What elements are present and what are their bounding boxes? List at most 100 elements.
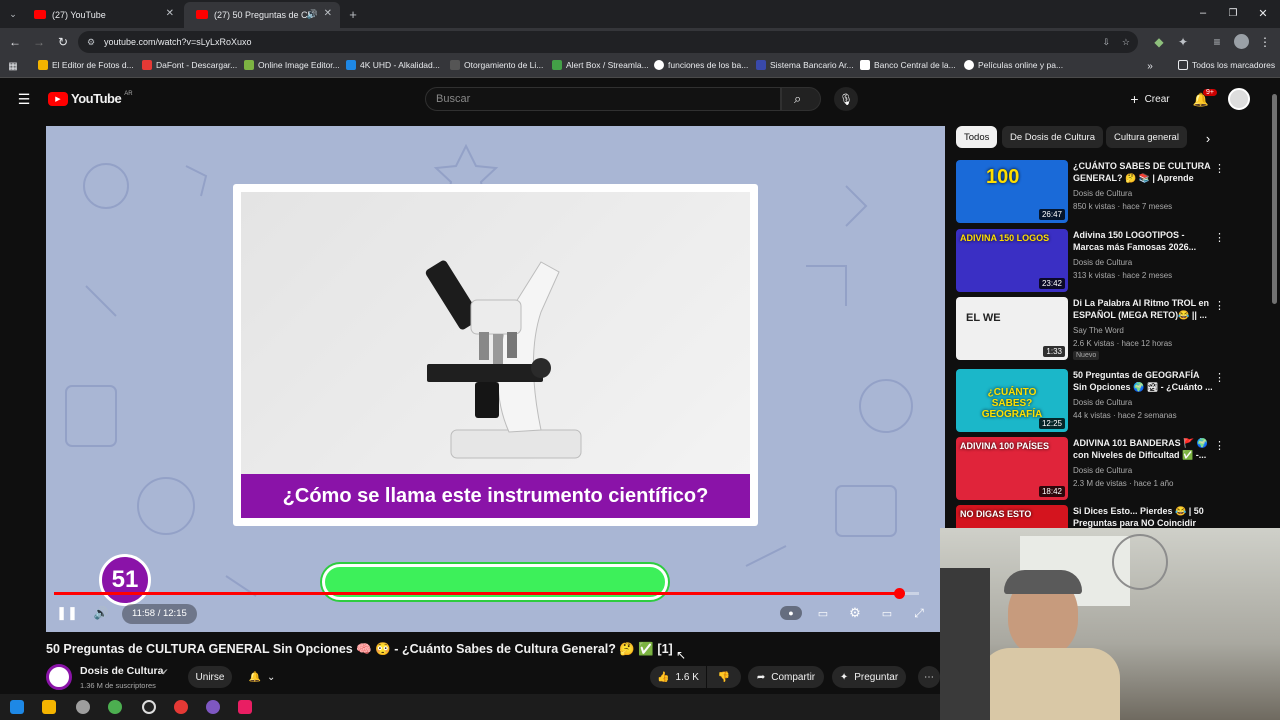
page-scrollbar[interactable]	[1272, 94, 1277, 304]
extensions-puzzle-icon[interactable]: ✦	[1176, 35, 1190, 49]
dislike-button[interactable]: 👎	[707, 666, 741, 688]
chip-todos[interactable]: Todos	[956, 126, 998, 148]
video-thumbnail[interactable]: ¿CUÁNTO SABES? GEOGRAFÍA 12:25	[956, 369, 1068, 432]
channel-name[interactable]: Dosis de Cultura	[80, 665, 163, 677]
obs-icon[interactable]	[142, 700, 156, 714]
bookmark-item[interactable]: Banco Central de la...	[860, 60, 956, 70]
close-icon[interactable]: ✕	[166, 8, 174, 19]
hamburger-menu-icon[interactable]: ☰	[16, 91, 32, 107]
forward-icon[interactable]: →	[32, 35, 46, 49]
user-avatar[interactable]	[1228, 88, 1250, 110]
join-button[interactable]: Unirse	[188, 666, 232, 688]
list-item[interactable]: ADIVINA 150 LOGOS 23:42 Adivina 150 LOGO…	[956, 229, 1226, 293]
reload-icon[interactable]: ↻	[56, 35, 70, 49]
recommendation-title[interactable]: Di La Palabra Al Ritmo TROL en ESPAÑOL (…	[1073, 297, 1213, 321]
restore-icon[interactable]: ❐	[1226, 6, 1240, 20]
close-icon[interactable]: ✕	[324, 8, 332, 19]
bookmark-item[interactable]: Películas online y pa...	[964, 60, 1063, 70]
chevron-right-icon[interactable]: ›	[1200, 130, 1216, 146]
settings-gear-icon[interactable]: ⚙	[846, 604, 864, 622]
start-icon[interactable]	[10, 700, 24, 714]
bookmark-item[interactable]: El Editor de Fotos d...	[38, 60, 134, 70]
video-thumbnail[interactable]: ADIVINA 100 PAÍSES 18:42	[956, 437, 1068, 500]
like-button[interactable]: 👍 1.6 K	[650, 666, 706, 688]
recommendation-channel[interactable]: Dosis de Cultura	[1073, 258, 1132, 267]
media-control-icon[interactable]: ≡	[1210, 35, 1224, 49]
recommendation-channel[interactable]: Dosis de Cultura	[1073, 398, 1132, 407]
install-icon[interactable]: ⇩	[1102, 31, 1110, 53]
app-icon[interactable]	[238, 700, 252, 714]
seek-bar[interactable]	[54, 588, 919, 599]
bookmark-item[interactable]: DaFont - Descargar...	[142, 60, 237, 70]
url-field[interactable]: ⚙ youtube.com/watch?v=sLyLxRoXuxo ⇩ ☆	[78, 31, 1138, 53]
video-thumbnail[interactable]: 100 26:47	[956, 160, 1068, 223]
chip-channel[interactable]: De Dosis de Cultura	[1002, 126, 1104, 148]
profile-avatar[interactable]	[1234, 34, 1249, 49]
back-icon[interactable]: ←	[8, 35, 22, 49]
video-thumbnail[interactable]: EL WE 1:33	[956, 297, 1068, 360]
speaker-icon[interactable]: 🔊	[307, 9, 318, 20]
apps-grid-icon[interactable]: ▦	[7, 60, 19, 72]
seek-bar-fill	[54, 592, 900, 595]
recommendation-channel[interactable]: Dosis de Cultura	[1073, 466, 1132, 475]
chip-cultura-general[interactable]: Cultura general	[1106, 126, 1187, 148]
more-options-icon[interactable]: ⋮	[1214, 162, 1225, 175]
bookmark-item[interactable]: funciones de los ba...	[654, 60, 748, 70]
more-options-icon[interactable]: ⋮	[1214, 299, 1225, 312]
bookmark-item[interactable]: Alert Box / Streamla...	[552, 60, 649, 70]
window-close-icon[interactable]: ✕	[1256, 6, 1270, 20]
subscribed-bell-button[interactable]: 🔔 ⌄	[240, 666, 284, 688]
more-actions-button[interactable]: ⋯	[918, 666, 940, 688]
subtitles-icon[interactable]: ▭	[814, 604, 832, 622]
bookmark-item[interactable]: 4K UHD - Alkalidad...	[346, 60, 440, 70]
recommendation-title[interactable]: ADIVINA 101 BANDERAS 🚩 🌍 con Niveles de …	[1073, 437, 1213, 461]
channel-avatar[interactable]	[46, 664, 72, 690]
recommendation-channel[interactable]: Say The Word	[1073, 326, 1124, 335]
search-button[interactable]: ⌕	[781, 87, 821, 111]
pause-icon[interactable]: ❚❚	[56, 604, 78, 622]
autoplay-toggle[interactable]: ●	[780, 606, 802, 620]
youtube-logo[interactable]: ▶ YouTube AR	[48, 91, 133, 106]
settings-icon[interactable]	[76, 700, 90, 714]
bookmark-item[interactable]: Otorgamiento de Li...	[450, 60, 543, 70]
minimize-icon[interactable]: –	[1196, 6, 1210, 20]
recommendation-title[interactable]: Adivina 150 LOGOTIPOS - Marcas más Famos…	[1073, 229, 1213, 253]
ask-button[interactable]: ✦ Preguntar	[832, 666, 906, 688]
bookmark-star-icon[interactable]: ☆	[1122, 31, 1130, 53]
more-options-icon[interactable]: ⋮	[1214, 439, 1225, 452]
search-input[interactable]: Buscar	[425, 87, 781, 111]
tab-youtube[interactable]: (27) YouTube ✕	[22, 2, 182, 28]
site-info-icon[interactable]: ⚙	[87, 31, 95, 53]
list-item[interactable]: 100 26:47 ¿CUÁNTO SABES DE CULTURA GENER…	[956, 160, 1226, 224]
bookmark-item[interactable]: Sistema Bancario Ar...	[756, 60, 854, 70]
list-item[interactable]: ADIVINA 100 PAÍSES 18:42 ADIVINA 101 BAN…	[956, 437, 1226, 501]
new-tab-button[interactable]: +	[346, 7, 360, 22]
theater-mode-icon[interactable]: ▭	[878, 604, 896, 622]
more-options-icon[interactable]: ⋮	[1214, 231, 1225, 244]
tab-list-button[interactable]: ⌄	[6, 8, 20, 20]
chrome-icon[interactable]	[108, 700, 122, 714]
recommendation-title[interactable]: 50 Preguntas de GEOGRAFÍA Sin Opciones 🌍…	[1073, 369, 1213, 393]
all-bookmarks-folder[interactable]: Todos los marcadores	[1178, 60, 1275, 70]
volume-icon[interactable]: 🔊	[92, 604, 110, 622]
chrome-icon[interactable]	[206, 700, 220, 714]
extension-icon[interactable]: ◆	[1152, 35, 1166, 49]
bookmark-item[interactable]: Online Image Editor...	[244, 60, 340, 70]
voice-search-button[interactable]: 🎙	[834, 87, 858, 111]
create-button[interactable]: + Crear	[1122, 87, 1178, 111]
list-item[interactable]: ¿CUÁNTO SABES? GEOGRAFÍA 12:25 50 Pregun…	[956, 369, 1226, 433]
recommendation-title[interactable]: ¿CUÁNTO SABES DE CULTURA GENERAL? 🤔 📚 | …	[1073, 160, 1213, 186]
more-options-icon[interactable]: ⋮	[1214, 371, 1225, 384]
share-button[interactable]: ➦ Compartir	[748, 666, 824, 688]
tab-current-video[interactable]: (27) 50 Preguntas de CULTU 🔊 ✕	[184, 2, 340, 28]
recommendation-title[interactable]: Si Dices Esto... Pierdes 😂 | 50 Pregunta…	[1073, 505, 1213, 529]
fullscreen-icon[interactable]: ⤢	[910, 604, 928, 622]
recommendation-channel[interactable]: Dosis de Cultura	[1073, 189, 1132, 198]
chrome-icon[interactable]	[174, 700, 188, 714]
file-explorer-icon[interactable]	[42, 700, 56, 714]
list-item[interactable]: EL WE 1:33 Di La Palabra Al Ritmo TROL e…	[956, 297, 1226, 361]
video-thumbnail[interactable]: ADIVINA 150 LOGOS 23:42	[956, 229, 1068, 292]
video-player[interactable]: ¿Cómo se llama este instrumento científi…	[46, 126, 945, 632]
menu-dots-icon[interactable]: ⋮	[1258, 35, 1272, 49]
more-bookmarks-icon[interactable]: »	[1144, 60, 1156, 72]
